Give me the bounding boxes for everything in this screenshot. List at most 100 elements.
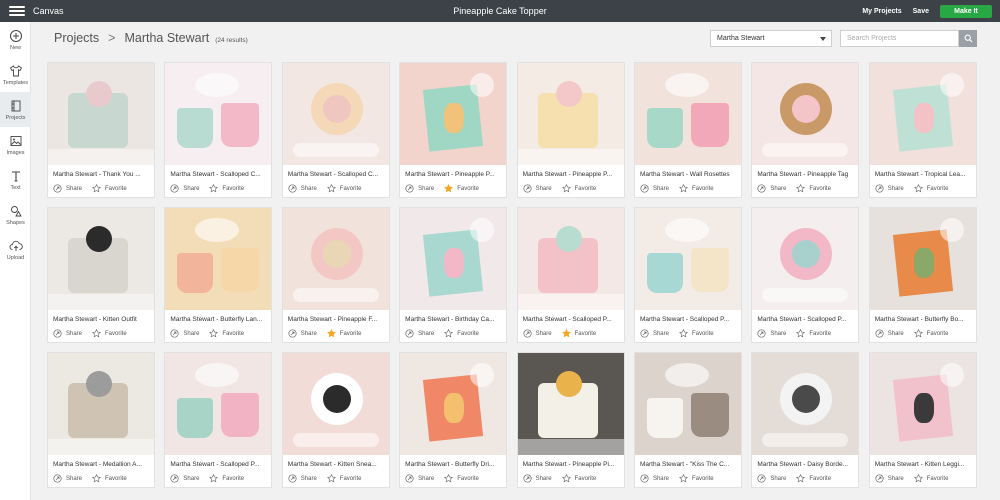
collection-filter-select[interactable]: Martha Stewart bbox=[710, 30, 832, 47]
project-thumbnail[interactable] bbox=[634, 63, 741, 165]
project-thumbnail[interactable] bbox=[48, 63, 154, 165]
favorite-button[interactable]: Favorite bbox=[209, 474, 244, 483]
favorite-button[interactable]: Favorite bbox=[209, 184, 244, 193]
favorite-button[interactable]: Favorite bbox=[796, 329, 831, 338]
share-button[interactable]: Share bbox=[640, 184, 669, 193]
project-title[interactable]: Martha Stewart - Pineapple P... bbox=[518, 165, 624, 178]
share-button[interactable]: Share bbox=[405, 329, 434, 338]
project-thumbnail[interactable] bbox=[752, 208, 859, 310]
favorite-button[interactable]: Favorite bbox=[561, 474, 596, 483]
share-button[interactable]: Share bbox=[170, 329, 199, 338]
project-thumbnail[interactable] bbox=[869, 63, 976, 165]
project-thumbnail[interactable] bbox=[400, 208, 507, 310]
project-thumbnail[interactable] bbox=[517, 208, 624, 310]
share-button[interactable]: Share bbox=[53, 329, 82, 338]
project-card[interactable]: Martha Stewart - Birthday Ca... Share Favo… bbox=[399, 207, 508, 343]
save-button[interactable]: Save bbox=[913, 8, 929, 15]
project-card[interactable]: Martha Stewart - Butterfly Bo... Share Fav… bbox=[868, 207, 977, 343]
project-thumbnail[interactable] bbox=[48, 353, 154, 455]
project-card[interactable]: Martha Stewart - Scalloped P... Share Favo… bbox=[516, 207, 625, 343]
share-button[interactable]: Share bbox=[875, 329, 904, 338]
project-thumbnail[interactable] bbox=[282, 208, 389, 310]
share-button[interactable]: Share bbox=[640, 474, 669, 483]
my-projects-link[interactable]: My Projects bbox=[862, 8, 901, 15]
project-title[interactable]: Martha Stewart - Butterfly Bo... bbox=[870, 310, 976, 323]
project-card[interactable]: Martha Stewart - Kitten Snea... Share Favo… bbox=[281, 352, 390, 488]
favorite-button[interactable]: Favorite bbox=[444, 474, 479, 483]
project-title[interactable]: Martha Stewart - Daisy Borde... bbox=[752, 455, 858, 468]
project-title[interactable]: Martha Stewart - Kitten Outfit bbox=[48, 310, 154, 323]
share-button[interactable]: Share bbox=[53, 184, 82, 193]
project-title[interactable]: Martha Stewart - Pineapple Tag bbox=[752, 165, 858, 178]
project-title[interactable]: Martha Stewart - Scalloped C... bbox=[283, 165, 389, 178]
project-card[interactable]: Martha Stewart - Scalloped C... Share Favo… bbox=[281, 62, 390, 198]
project-thumbnail[interactable] bbox=[165, 208, 272, 310]
project-card[interactable]: Martha Stewart - "Kiss The C... Share Favo… bbox=[633, 352, 742, 488]
search-input[interactable] bbox=[840, 30, 959, 47]
share-button[interactable]: Share bbox=[523, 184, 552, 193]
favorite-button[interactable]: Favorite bbox=[678, 184, 714, 193]
favorite-button[interactable]: Favorite bbox=[913, 474, 948, 483]
favorite-button[interactable]: Favorite bbox=[796, 474, 831, 483]
share-button[interactable]: Share bbox=[288, 474, 317, 483]
favorite-button[interactable]: Favorite bbox=[561, 329, 596, 338]
favorite-button[interactable]: Favorite bbox=[678, 329, 714, 338]
favorite-button[interactable]: Favorite bbox=[444, 184, 479, 193]
project-thumbnail[interactable] bbox=[165, 353, 272, 455]
sidebar-item-shapes[interactable]: Shapes bbox=[0, 197, 31, 232]
project-title[interactable]: Martha Stewart - Birthday Ca... bbox=[400, 310, 506, 323]
project-thumbnail[interactable] bbox=[869, 353, 976, 455]
project-thumbnail[interactable] bbox=[634, 208, 741, 310]
project-card[interactable]: Martha Stewart - Pineapple Tag Share Favor… bbox=[751, 62, 860, 198]
project-card[interactable]: Martha Stewart - Scalloped P... Share Favo… bbox=[164, 352, 273, 488]
share-button[interactable]: Share bbox=[288, 184, 317, 193]
project-title[interactable]: Martha Stewart - Kitten Leggi... bbox=[870, 455, 976, 468]
favorite-button[interactable]: Favorite bbox=[913, 329, 948, 338]
project-card[interactable]: Martha Stewart - Pineapple P... Share Favo… bbox=[399, 62, 508, 198]
project-title[interactable]: Martha Stewart - "Kiss The C... bbox=[635, 455, 741, 468]
project-card[interactable]: Martha Stewart - Wall Rosettes Share Favor… bbox=[633, 62, 742, 198]
project-card[interactable]: Martha Stewart - Pineapple P... Share Favo… bbox=[516, 62, 625, 198]
project-card[interactable]: Martha Stewart - Pineapple Pi... Share Fav… bbox=[516, 352, 625, 488]
project-card[interactable]: Martha Stewart - Scalloped C... Share Favo… bbox=[164, 62, 273, 198]
project-title[interactable]: Martha Stewart - Scalloped C... bbox=[165, 165, 271, 178]
share-button[interactable]: Share bbox=[757, 329, 786, 338]
favorite-button[interactable]: Favorite bbox=[561, 184, 596, 193]
project-thumbnail[interactable] bbox=[752, 63, 859, 165]
project-title[interactable]: Martha Stewart - Tropical Lea... bbox=[870, 165, 976, 178]
favorite-button[interactable]: Favorite bbox=[92, 329, 127, 338]
project-card[interactable]: Martha Stewart - Scalloped P... Share Favo… bbox=[751, 207, 860, 343]
project-thumbnail[interactable] bbox=[48, 208, 154, 310]
project-title[interactable]: Martha Stewart - Scalloped P... bbox=[752, 310, 858, 323]
project-thumbnail[interactable] bbox=[869, 208, 976, 310]
favorite-button[interactable]: Favorite bbox=[92, 184, 127, 193]
share-button[interactable]: Share bbox=[405, 474, 434, 483]
project-card[interactable]: Martha Stewart - Kitten Leggi... Share Fav… bbox=[868, 352, 977, 488]
project-title[interactable]: Martha Stewart - Wall Rosettes bbox=[635, 165, 741, 178]
project-title[interactable]: Martha Stewart - Pineapple F... bbox=[283, 310, 389, 323]
sidebar-item-projects[interactable]: Projects bbox=[0, 92, 31, 127]
project-thumbnail[interactable] bbox=[517, 353, 624, 455]
project-thumbnail[interactable] bbox=[165, 63, 272, 165]
favorite-button[interactable]: Favorite bbox=[444, 329, 479, 338]
sidebar-item-text[interactable]: Text bbox=[0, 162, 31, 197]
share-button[interactable]: Share bbox=[757, 184, 786, 193]
project-thumbnail[interactable] bbox=[400, 63, 507, 165]
project-card[interactable]: Martha Stewart - Pineapple F... Share Favo… bbox=[281, 207, 390, 343]
favorite-button[interactable]: Favorite bbox=[913, 184, 948, 193]
sidebar-item-images[interactable]: Images bbox=[0, 127, 31, 162]
share-button[interactable]: Share bbox=[405, 184, 434, 193]
project-title[interactable]: Martha Stewart - Kitten Snea... bbox=[283, 455, 389, 468]
share-button[interactable]: Share bbox=[288, 329, 317, 338]
share-button[interactable]: Share bbox=[523, 329, 552, 338]
project-title[interactable]: Martha Stewart - Thank You ... bbox=[48, 165, 154, 178]
hamburger-menu-icon[interactable] bbox=[9, 6, 25, 16]
project-thumbnail[interactable] bbox=[517, 63, 624, 165]
project-thumbnail[interactable] bbox=[400, 353, 507, 455]
share-button[interactable]: Share bbox=[757, 474, 786, 483]
project-card[interactable]: Martha Stewart - Tropical Lea... Share Fav… bbox=[868, 62, 977, 198]
share-button[interactable]: Share bbox=[523, 474, 552, 483]
project-title[interactable]: Martha Stewart - Scalloped P... bbox=[165, 455, 271, 468]
favorite-button[interactable]: Favorite bbox=[326, 329, 361, 338]
project-card[interactable]: Martha Stewart - Medallion A... Share Favo… bbox=[47, 352, 155, 488]
